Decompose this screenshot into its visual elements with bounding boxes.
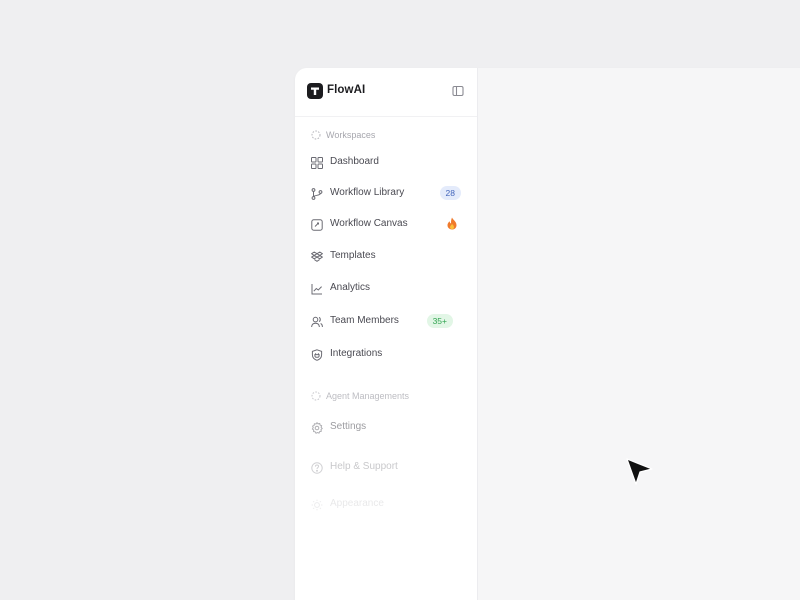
chart-icon [311,282,323,295]
nav-label: Templates [330,250,376,261]
section-label: Workspaces [326,130,376,140]
sidebar-toggle-icon[interactable] [451,84,465,98]
nav-appearance[interactable]: Appearance [311,496,461,514]
dashed-circle-icon [311,130,321,140]
nav-label: Dashboard [330,156,379,167]
users-icon [311,315,323,328]
nav-label: Appearance [330,498,384,509]
desktop-background: FlowAI Workspaces Dashboard Workflow Lib… [0,0,800,600]
nav-analytics[interactable]: Analytics [311,280,461,298]
gear-icon [311,421,323,434]
nav-label: Settings [330,421,367,432]
section-label: Agent Managements [326,391,410,401]
nav-templates[interactable]: Templates [311,248,461,266]
count-badge: 28 [439,186,461,200]
flowai-logo-icon[interactable] [307,83,323,99]
nav-label: Integrations [330,348,383,359]
dropbox-icon [311,250,323,262]
git-branch-icon [311,187,323,200]
app-window: FlowAI Workspaces Dashboard Workflow Lib… [295,68,800,600]
nav-label: Workflow Canvas [330,218,408,229]
dashed-circle-icon [311,391,321,401]
nav-label: Workflow Library [330,187,405,198]
fire-icon [447,217,457,230]
shield-plug-icon [311,348,323,361]
sun-icon [311,498,323,511]
nav-label: Analytics [330,282,371,293]
nav-workflow-library[interactable]: Workflow Library 28 [311,185,461,203]
nav-help-support[interactable]: Help & Support [311,459,461,477]
canvas-icon [311,218,323,231]
nav-label: Help & Support [330,461,398,472]
nav-workflow-canvas[interactable]: Workflow Canvas [311,216,461,234]
nav-team-members[interactable]: Team Members 35+ [311,313,461,331]
count-badge: 35+ [426,314,453,328]
brand-header: FlowAI [307,83,465,101]
nav-integrations[interactable]: Integrations [311,346,461,364]
nav-label: Team Members [330,315,399,326]
grid-icon [311,156,323,169]
sidebar: FlowAI Workspaces Dashboard Workflow Lib… [295,68,478,600]
nav-settings[interactable]: Settings [311,419,461,437]
help-circle-icon [311,461,323,474]
nav-dashboard[interactable]: Dashboard [311,154,461,172]
brand-name: FlowAI [327,84,366,96]
divider [295,116,477,117]
mouse-pointer-icon [626,458,654,486]
